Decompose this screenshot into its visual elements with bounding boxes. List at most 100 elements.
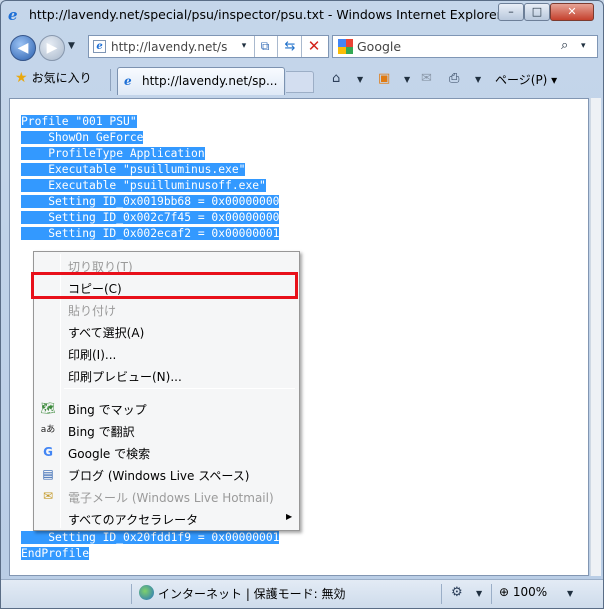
address-input[interactable]: http://lavendy.net/s [111, 40, 233, 54]
selected-text: Setting ID_0x002c7f45 = 0x00000000 [21, 211, 280, 224]
print-dropdown[interactable]: ▼ [475, 75, 481, 84]
tab-page-icon: e [124, 74, 132, 88]
home-dropdown[interactable]: ▼ [357, 75, 363, 84]
search-icon[interactable]: ⌕ [561, 38, 568, 53]
address-divider [254, 36, 255, 57]
context-menu-label: Bing でマップ [68, 403, 147, 417]
selected-text: Setting ID_0x0019bb68 = 0x00000000 [21, 195, 280, 208]
context-menu-item: 貼り付け [36, 298, 297, 320]
document-line: Executable "psuilluminus.exe" [21, 162, 246, 178]
address-dropdown[interactable]: ▾ [235, 38, 253, 55]
search-options-dropdown[interactable]: ▾ [581, 41, 586, 51]
context-menu-label: 印刷プレビュー(N)... [68, 370, 182, 384]
context-menu-item[interactable]: ▤ ブログ (Windows Live スペース) [36, 463, 297, 485]
internet-zone-icon [139, 585, 154, 600]
selected-text: Executable "psuilluminus.exe" [21, 163, 246, 176]
vertical-scrollbar[interactable] [590, 98, 601, 576]
stop-icon[interactable]: ✕ [305, 37, 323, 55]
address-divider [277, 36, 278, 57]
selected-text: EndProfile [21, 547, 90, 560]
translate-icon: aあ [40, 425, 56, 435]
context-menu-item[interactable]: 印刷プレビュー(N)... [36, 364, 297, 386]
address-bar[interactable]: e http://lavendy.net/s ▾ ⧉ ⇆ ✕ [88, 35, 329, 58]
context-menu-item[interactable]: すべてのアクセラレータ ▶ [36, 507, 297, 529]
document-line: Setting ID_0x0019bb68 = 0x00000000 [21, 194, 280, 210]
address-divider [301, 36, 302, 57]
context-menu-label: すべてのアクセラレータ [68, 513, 199, 527]
context-menu-label: すべて選択(A) [68, 326, 145, 340]
print-icon[interactable]: ⎙ [449, 71, 459, 86]
document-line: Setting ID_0x20fdd1f9 = 0x00000001 [21, 530, 280, 546]
selected-text: Setting ID_0x20fdd1f9 = 0x00000001 [21, 531, 280, 544]
copy-highlight-box [31, 272, 298, 299]
title-bar: e http://lavendy.net/special/psu/inspect… [1, 1, 603, 29]
context-menu-label: Google で検索 [68, 447, 151, 461]
status-divider [131, 584, 132, 604]
protected-mode-icon[interactable]: ⚙ [451, 585, 463, 600]
blog-icon: ▤ [42, 467, 54, 481]
context-menu-label: 印刷(I)... [68, 348, 117, 362]
recent-pages-dropdown[interactable]: ▼ [68, 41, 75, 51]
google-icon: G [43, 445, 53, 459]
new-tab-button[interactable] [286, 71, 314, 93]
context-menu-label: 貼り付け [68, 304, 117, 318]
status-divider [441, 584, 442, 604]
feeds-dropdown[interactable]: ▼ [404, 75, 410, 84]
status-bar: インターネット | 保護モード: 無効 ⚙ ▼ ⊕ 100% ▼ [1, 579, 603, 608]
mail-icon: ✉ [42, 489, 54, 503]
command-bar: ★ お気に入り e http://lavendy.net/sp... ⌂ ▼ ▣ … [1, 65, 603, 95]
status-divider [491, 584, 492, 604]
forward-button[interactable]: ▶ [39, 35, 65, 61]
selected-text: Setting ID_0x002ecaf2 = 0x00000001 [21, 227, 280, 240]
page-icon: e [93, 40, 106, 53]
maximize-button[interactable]: □ [524, 3, 550, 21]
submenu-arrow-icon: ▶ [286, 512, 293, 521]
google-icon [338, 39, 353, 54]
document-line: ShowOn GeForce [21, 130, 144, 146]
zoom-dropdown[interactable]: ▼ [567, 589, 573, 598]
zoom-value: 100% [512, 585, 548, 599]
favorites-divider [110, 69, 111, 91]
favorites-label: お気に入り [31, 71, 92, 85]
refresh-icon[interactable]: ⇆ [281, 38, 299, 55]
context-menu-item[interactable]: G Google で検索 [36, 441, 297, 463]
window-title: http://lavendy.net/special/psu/inspector… [29, 7, 502, 22]
compatibility-view-icon[interactable]: ⧉ [256, 38, 274, 55]
context-menu-label: Bing で翻訳 [68, 425, 135, 439]
context-menu-item[interactable]: すべて選択(A) [36, 320, 297, 342]
document-line: ProfileType Application [21, 146, 205, 162]
selected-text: ShowOn GeForce [21, 131, 144, 144]
page-menu-button[interactable]: ページ(P) ▾ [495, 71, 557, 88]
protected-mode-dropdown[interactable]: ▼ [476, 589, 482, 598]
document-line: Executable "psuilluminusoff.exe" [21, 178, 266, 194]
minimize-button[interactable]: – [498, 3, 524, 21]
favorites-button[interactable]: ★ お気に入り [15, 69, 92, 86]
search-box[interactable]: Google ⌕ ▾ [332, 35, 598, 58]
tab-title: http://lavendy.net/sp... [142, 74, 278, 88]
context-menu-separator [64, 388, 295, 389]
document-line: Setting ID_0x002c7f45 = 0x00000000 [21, 210, 280, 226]
selected-text: Profile "001 PSU" [21, 115, 137, 128]
security-zone-text[interactable]: インターネット | 保護モード: 無効 [158, 585, 346, 602]
favorites-star-icon: ★ [15, 70, 28, 86]
document-line: Profile "001 PSU" [21, 114, 137, 130]
document-line: Setting ID_0x002ecaf2 = 0x00000001 [21, 226, 280, 242]
context-menu-item[interactable]: 🗺 Bing でマップ [36, 397, 297, 419]
selected-text: Executable "psuilluminusoff.exe" [21, 179, 266, 192]
context-menu-item[interactable]: aあ Bing で翻訳 [36, 419, 297, 441]
selected-text: ProfileType Application [21, 147, 205, 160]
home-icon[interactable]: ⌂ [332, 71, 340, 86]
map-icon: 🗺 [40, 401, 56, 415]
feeds-icon[interactable]: ▣ [378, 71, 390, 86]
zoom-level[interactable]: ⊕ 100% [499, 585, 547, 599]
tab-current[interactable]: e http://lavendy.net/sp... [117, 67, 285, 95]
search-input[interactable]: Google [357, 39, 401, 54]
context-menu-item[interactable]: 印刷(I)... [36, 342, 297, 364]
read-mail-icon[interactable]: ✉ [421, 71, 432, 86]
ie-logo-icon: e [8, 6, 18, 24]
document-line: EndProfile [21, 546, 90, 562]
browser-window: e http://lavendy.net/special/psu/inspect… [0, 0, 604, 609]
context-menu-label: ブログ (Windows Live スペース) [68, 469, 250, 483]
back-button[interactable]: ◀ [10, 35, 36, 61]
close-button[interactable]: ✕ [550, 3, 594, 21]
